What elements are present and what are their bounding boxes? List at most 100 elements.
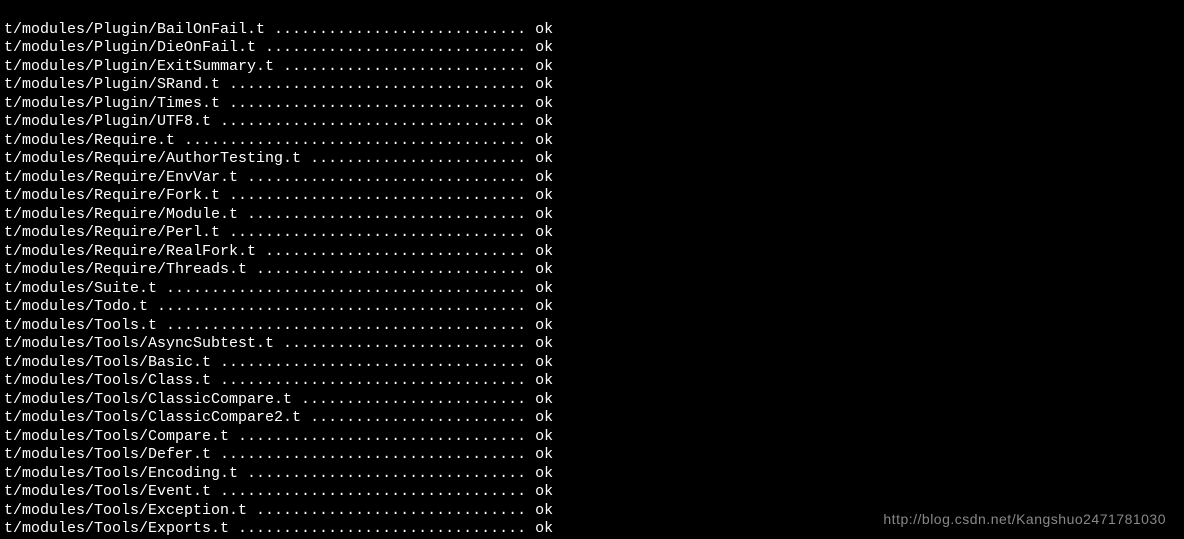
dots-fill: ............................... (238, 206, 535, 223)
test-result-line: t/modules/Require/Fork.t ...............… (4, 187, 1180, 206)
test-status: ok (535, 280, 553, 297)
test-status: ok (535, 520, 553, 537)
test-status: ok (535, 317, 553, 334)
test-result-line: t/modules/Suite.t ......................… (4, 280, 1180, 299)
test-path: t/modules/Tools/Exception.t (4, 502, 247, 519)
test-status: ok (535, 58, 553, 75)
dots-fill: .................................. (211, 354, 535, 371)
test-result-line: t/modules/Tools/Defer.t ................… (4, 446, 1180, 465)
dots-fill: .............................. (247, 502, 535, 519)
test-path: t/modules/Plugin/BailOnFail.t (4, 21, 265, 38)
test-status: ok (535, 224, 553, 241)
test-status: ok (535, 39, 553, 56)
test-path: t/modules/Require/Perl.t (4, 224, 220, 241)
test-status: ok (535, 113, 553, 130)
test-result-line: t/modules/Plugin/BailOnFail.t ..........… (4, 21, 1180, 40)
test-result-line: t/modules/Require/AuthorTesting.t ......… (4, 150, 1180, 169)
test-status: ok (535, 354, 553, 371)
test-status: ok (535, 298, 553, 315)
test-result-line: t/modules/Require/Module.t .............… (4, 206, 1180, 225)
test-status: ok (535, 76, 553, 93)
test-status: ok (535, 335, 553, 352)
test-path: t/modules/Require/AuthorTesting.t (4, 150, 301, 167)
test-path: t/modules/Require.t (4, 132, 175, 149)
dots-fill: ........................................ (157, 317, 535, 334)
test-path: t/modules/Tools/ClassicCompare2.t (4, 409, 301, 426)
test-status: ok (535, 243, 553, 260)
test-result-line: t/modules/Tools/Compare.t ..............… (4, 428, 1180, 447)
test-path: t/modules/Todo.t (4, 298, 148, 315)
dots-fill: .................................. (211, 372, 535, 389)
test-result-line: t/modules/Require/RealFork.t ...........… (4, 243, 1180, 262)
test-status: ok (535, 150, 553, 167)
test-status: ok (535, 261, 553, 278)
dots-fill: .................................. (211, 446, 535, 463)
test-result-line: t/modules/Tools/Encoding.t .............… (4, 465, 1180, 484)
test-result-line: t/modules/Plugin/SRand.t ...............… (4, 76, 1180, 95)
test-result-line: t/modules/Require/EnvVar.t .............… (4, 169, 1180, 188)
test-status: ok (535, 95, 553, 112)
dots-fill: ........................ (301, 409, 535, 426)
dots-fill: ...................................... (175, 132, 535, 149)
dots-fill: ........................ (301, 150, 535, 167)
test-path: t/modules/Plugin/ExitSummary.t (4, 58, 274, 75)
test-path: t/modules/Plugin/Times.t (4, 95, 220, 112)
test-path: t/modules/Tools/Class.t (4, 372, 211, 389)
test-result-line: t/modules/Tools/ClassicCompare.t .......… (4, 391, 1180, 410)
test-result-line: t/modules/Plugin/Times.t ...............… (4, 95, 1180, 114)
dots-fill: ................................. (220, 187, 535, 204)
test-result-line: t/modules/Tools.t ......................… (4, 317, 1180, 336)
test-path: t/modules/Plugin/UTF8.t (4, 113, 211, 130)
dots-fill: ........................... (274, 335, 535, 352)
test-status: ok (535, 187, 553, 204)
test-path: t/modules/Require/Fork.t (4, 187, 220, 204)
test-status: ok (535, 502, 553, 519)
test-path: t/modules/Tools/Encoding.t (4, 465, 238, 482)
test-path: t/modules/Tools/Event.t (4, 483, 211, 500)
test-path: t/modules/Tools/Compare.t (4, 428, 229, 445)
test-result-line: t/modules/Require/Threads.t ............… (4, 261, 1180, 280)
test-path: t/modules/Tools.t (4, 317, 157, 334)
watermark-text: http://blog.csdn.net/Kangshuo2471781030 (883, 510, 1166, 529)
test-result-line: t/modules/Require/Perl.t ...............… (4, 224, 1180, 243)
test-result-line: t/modules/Tools/Class.t ................… (4, 372, 1180, 391)
test-result-line: t/modules/Tools/AsyncSubtest.t .........… (4, 335, 1180, 354)
dots-fill: .................................. (211, 483, 535, 500)
test-result-line: t/modules/Plugin/ExitSummary.t .........… (4, 58, 1180, 77)
test-path: t/modules/Tools/ClassicCompare.t (4, 391, 292, 408)
test-status: ok (535, 21, 553, 38)
test-status: ok (535, 446, 553, 463)
test-path: t/modules/Tools/Basic.t (4, 354, 211, 371)
test-path: t/modules/Require/EnvVar.t (4, 169, 238, 186)
test-path: t/modules/Require/Threads.t (4, 261, 247, 278)
test-path: t/modules/Tools/Defer.t (4, 446, 211, 463)
test-status: ok (535, 206, 553, 223)
test-result-line: t/modules/Tools/Basic.t ................… (4, 354, 1180, 373)
dots-fill: ................................. (220, 224, 535, 241)
dots-fill: ............................. (256, 243, 535, 260)
test-status: ok (535, 132, 553, 149)
test-path: t/modules/Tools/Exports.t (4, 520, 229, 537)
test-status: ok (535, 428, 553, 445)
dots-fill: ............................ (265, 21, 535, 38)
dots-fill: ............................. (256, 39, 535, 56)
dots-fill: ................................. (220, 95, 535, 112)
dots-fill: ................................ (229, 428, 535, 445)
terminal-output: t/modules/Plugin/BailOnFail.t ..........… (0, 0, 1184, 539)
dots-fill: .................................. (211, 113, 535, 130)
test-status: ok (535, 372, 553, 389)
test-result-line: t/modules/Todo.t .......................… (4, 298, 1180, 317)
test-status: ok (535, 391, 553, 408)
dots-fill: ............................... (238, 465, 535, 482)
dots-fill: ................................ (229, 520, 535, 537)
test-result-line: t/modules/Require.t ....................… (4, 132, 1180, 151)
dots-fill: ......................... (292, 391, 535, 408)
test-path: t/modules/Tools/AsyncSubtest.t (4, 335, 274, 352)
dots-fill: ................................. (220, 76, 535, 93)
dots-fill: ............................... (238, 169, 535, 186)
test-path: t/modules/Suite.t (4, 280, 157, 297)
test-path: t/modules/Require/Module.t (4, 206, 238, 223)
dots-fill: ........................... (274, 58, 535, 75)
test-path: t/modules/Plugin/DieOnFail.t (4, 39, 256, 56)
test-result-line: t/modules/Tools/Event.t ................… (4, 483, 1180, 502)
